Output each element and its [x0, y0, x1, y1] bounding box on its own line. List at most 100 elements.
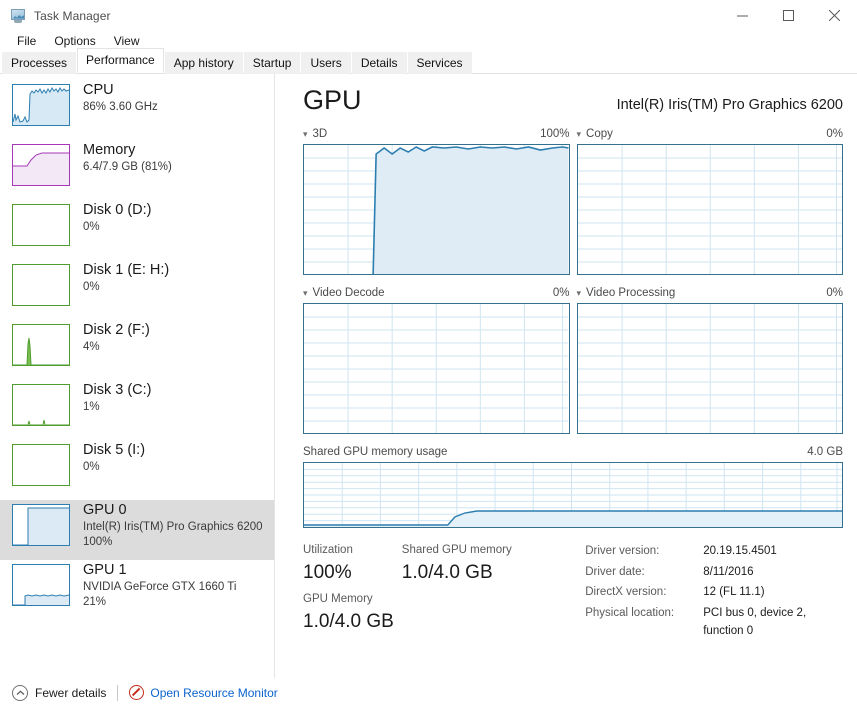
sidebar-item-memory[interactable]: Memory 6.4/7.9 GB (81%) — [0, 140, 274, 200]
driver-version-label: Driver version: — [585, 545, 660, 557]
chevron-down-icon[interactable]: ▾ — [577, 289, 582, 298]
sidebar-item-name: Disk 2 (F:) — [83, 322, 150, 338]
window-controls — [719, 0, 857, 31]
sidebar-item-text: Disk 2 (F:) 4% — [83, 320, 150, 355]
chevron-down-icon[interactable]: ▾ — [303, 130, 308, 139]
shared-memory-max: 4.0 GB — [807, 446, 843, 458]
disk-0-sparkline — [12, 204, 70, 246]
tab-performance[interactable]: Performance — [77, 48, 164, 73]
sidebar-item-disk-3[interactable]: Disk 3 (C:) 1% — [0, 380, 274, 440]
tab-strip: Processes Performance App history Startu… — [0, 48, 857, 74]
footer-divider — [117, 684, 119, 701]
tab-startup[interactable]: Startup — [243, 52, 301, 74]
chart-video-decode — [303, 303, 570, 434]
graph-label-3d: ▾ 3D 100% — [303, 127, 570, 142]
sidebar-item-name: Disk 0 (D:) — [83, 202, 152, 218]
driver-info-grid: Driver version: 20.19.15.4501 Driver dat… — [585, 542, 843, 640]
graph-title: 3D — [312, 128, 328, 140]
graph-title: Copy — [586, 128, 613, 140]
page-title: GPU — [303, 85, 362, 115]
device-name: Intel(R) Iris(TM) Pro Graphics 6200 — [616, 97, 843, 113]
tab-services[interactable]: Services — [407, 52, 472, 74]
graph-label-copy: ▾ Copy 0% — [577, 127, 844, 142]
driver-date-value: 8/11/2016 — [703, 565, 754, 578]
utilization-value: 100% — [303, 562, 352, 583]
chevron-down-icon[interactable]: ▾ — [577, 130, 582, 139]
menu-item-file[interactable]: File — [8, 32, 45, 51]
graph-title: Video Decode — [312, 287, 385, 299]
graph-value: 0% — [826, 287, 843, 299]
sidebar-item-sub: NVIDIA GeForce GTX 1660 Ti — [83, 581, 237, 593]
sidebar-item-gpu-1[interactable]: GPU 1 NVIDIA GeForce GTX 1660 Ti 21% — [0, 560, 274, 620]
gpu-memory-value: 1.0/4.0 GB — [303, 611, 394, 632]
fewer-details-button[interactable]: Fewer details — [12, 684, 106, 701]
driver-date-label: Driver date: — [585, 565, 645, 578]
graph-row-1: ▾ 3D 100% ▾ Copy 0% — [303, 127, 843, 275]
shared-memory-label-row: Shared GPU memory usage 4.0 GB — [303, 445, 843, 460]
tab-app-history[interactable]: App history — [164, 52, 243, 74]
tab-details[interactable]: Details — [351, 52, 407, 74]
sidebar-item-cpu[interactable]: CPU 86% 3.60 GHz — [0, 80, 274, 140]
task-manager-window: Task Manager File Options View Processes… — [0, 0, 857, 707]
sidebar-item-sub: 6.4/7.9 GB (81%) — [83, 161, 172, 173]
shared-memory-stat-value: 1.0/4.0 GB — [401, 562, 493, 583]
close-button[interactable] — [811, 0, 857, 31]
stats-section: Utilization 100% GPU Memory 1.0/4.0 GB S… — [303, 542, 843, 640]
sidebar-item-sub: 0% — [83, 221, 100, 233]
shared-memory-section: Shared GPU memory usage 4.0 GB — [303, 445, 843, 528]
cpu-sparkline — [12, 84, 70, 126]
gpu-1-sparkline — [12, 564, 70, 606]
sidebar-item-sub2: 100% — [83, 536, 113, 548]
task-manager-icon — [9, 8, 27, 24]
sidebar-item-name: Disk 3 (C:) — [83, 382, 152, 398]
resource-sidebar: CPU 86% 3.60 GHz Memory 6.4/7.9 GB (81%) — [0, 74, 275, 678]
resource-monitor-icon — [129, 685, 145, 700]
graph-title: Video Processing — [586, 287, 676, 299]
sidebar-item-sub: 86% 3.60 GHz — [83, 101, 158, 113]
physical-location-label: Physical location: — [585, 606, 675, 619]
graph-cell-video-processing: ▾ Video Processing 0% — [576, 286, 844, 434]
graph-cell-3d: ▾ 3D 100% — [303, 127, 570, 275]
footer-bar: Fewer details Open Resource Monitor — [0, 678, 857, 707]
sidebar-item-text: Disk 0 (D:) 0% — [83, 200, 151, 235]
gpu-detail-panel: GPU Intel(R) Iris(TM) Pro Graphics 6200 … — [275, 74, 857, 678]
graph-cell-copy: ▾ Copy 0% — [576, 127, 844, 275]
sidebar-item-name: Disk 5 (I:) — [83, 442, 146, 458]
graph-value: 0% — [552, 287, 570, 299]
chevron-up-icon — [12, 684, 28, 701]
graph-value: 0% — [826, 128, 843, 140]
tab-users[interactable]: Users — [301, 52, 351, 74]
sidebar-item-sub: 0% — [83, 281, 100, 293]
graph-label-video-decode: ▾ Video Decode 0% — [303, 286, 570, 301]
sidebar-item-name: CPU — [83, 82, 114, 98]
sidebar-item-text: Disk 1 (E: H:) 0% — [83, 260, 169, 295]
sidebar-item-disk-5[interactable]: Disk 5 (I:) 0% — [0, 440, 274, 500]
sidebar-item-sub2: 21% — [83, 596, 107, 608]
sidebar-item-text: CPU 86% 3.60 GHz — [83, 80, 158, 115]
maximize-button[interactable] — [765, 0, 811, 31]
chevron-down-icon[interactable]: ▾ — [303, 289, 308, 298]
sidebar-item-name: GPU 0 — [83, 502, 127, 518]
disk-3-sparkline — [12, 384, 70, 426]
disk-5-sparkline — [12, 444, 70, 486]
sidebar-item-gpu-0[interactable]: GPU 0 Intel(R) Iris(TM) Pro Graphics 620… — [0, 500, 274, 560]
sidebar-item-disk-0[interactable]: Disk 0 (D:) 0% — [0, 200, 274, 260]
sidebar-item-name: Memory — [83, 142, 136, 158]
tab-processes[interactable]: Processes — [2, 52, 77, 74]
disk-2-sparkline — [12, 324, 70, 366]
chart-video-processing — [576, 303, 843, 434]
graph-cell-video-decode: ▾ Video Decode 0% — [303, 286, 570, 434]
sidebar-item-sub: 0% — [83, 461, 100, 473]
sidebar-item-sub: 1% — [83, 401, 100, 413]
sidebar-item-text: GPU 0 Intel(R) Iris(TM) Pro Graphics 620… — [83, 500, 263, 550]
utilization-label: Utilization — [303, 544, 353, 556]
open-resource-monitor-link[interactable]: Open Resource Monitor — [129, 685, 278, 700]
graph-value: 100% — [540, 128, 570, 140]
sidebar-item-disk-1[interactable]: Disk 1 (E: H:) 0% — [0, 260, 274, 320]
sidebar-item-disk-2[interactable]: Disk 2 (F:) 4% — [0, 320, 274, 380]
minimize-button[interactable] — [719, 0, 765, 31]
panel-header: GPU Intel(R) Iris(TM) Pro Graphics 6200 — [303, 84, 843, 116]
chart-3d — [303, 144, 570, 275]
graph-label-video-processing: ▾ Video Processing 0% — [577, 286, 844, 301]
sidebar-item-name: Disk 1 (E: H:) — [83, 262, 170, 278]
